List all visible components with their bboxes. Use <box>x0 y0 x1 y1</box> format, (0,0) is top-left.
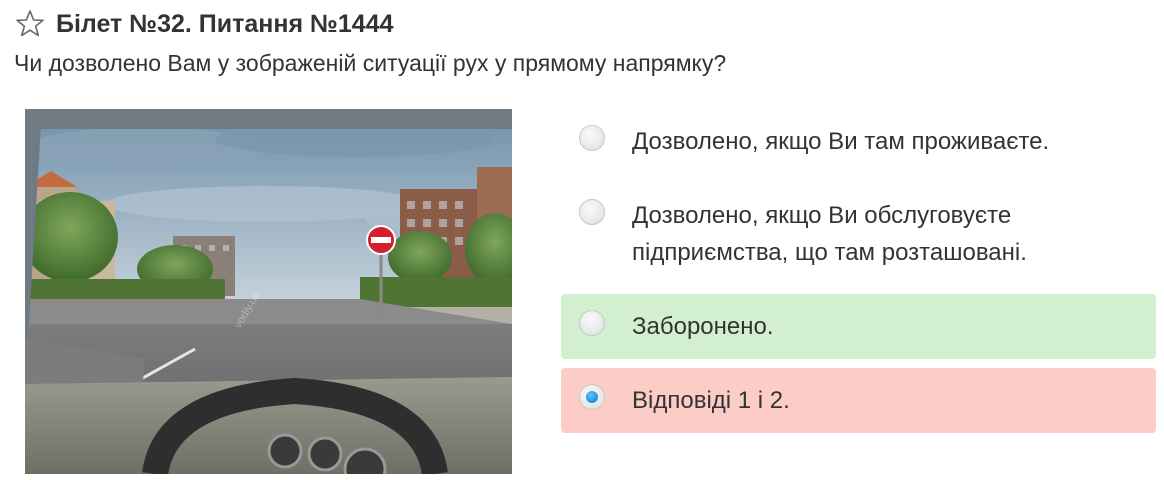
question-text: Чи дозволено Вам у зображеній ситуації р… <box>14 50 727 76</box>
answer-option-1[interactable]: Дозволено, якщо Ви там проживаєте. <box>561 109 1156 174</box>
ticket-title: Білет №32. Питання №1444 <box>56 9 394 38</box>
answer-text: Відповіді 1 і 2. <box>632 387 790 414</box>
star-icon[interactable] <box>14 8 46 40</box>
answer-text: Дозволено, якщо Ви обслуговуєте підприєм… <box>632 202 1027 266</box>
question-illustration: vodiy.ua <box>25 109 512 474</box>
answer-option-2[interactable]: Дозволено, якщо Ви обслуговуєте підприєм… <box>561 183 1156 285</box>
question-header: Білет №32. Питання №1444 <box>14 6 394 42</box>
answer-text: Заборонено. <box>632 313 774 340</box>
answer-option-4[interactable]: Відповіді 1 і 2. <box>561 368 1156 433</box>
answer-text: Дозволено, якщо Ви там проживаєте. <box>632 128 1050 155</box>
answers-list: Дозволено, якщо Ви там проживаєте. Дозво… <box>561 109 1156 442</box>
answer-option-3[interactable]: Заборонено. <box>561 294 1156 359</box>
answer-radio[interactable] <box>579 310 605 336</box>
answer-radio[interactable] <box>579 125 605 151</box>
answer-radio-selected[interactable] <box>579 384 605 410</box>
answer-radio[interactable] <box>579 199 605 225</box>
